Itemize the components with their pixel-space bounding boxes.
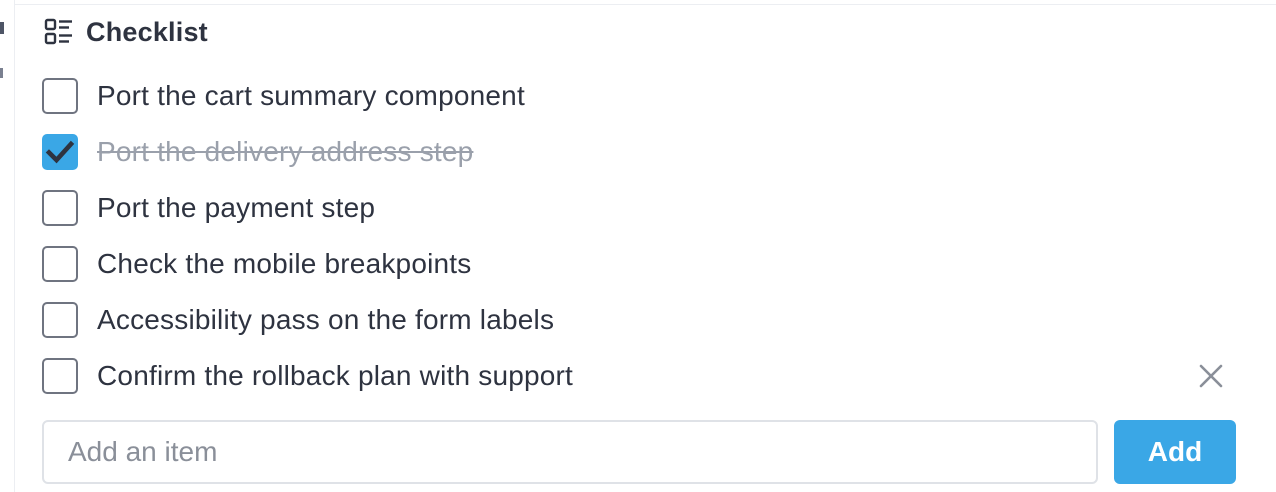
close-icon[interactable] xyxy=(1196,361,1226,391)
background-text-fragment xyxy=(0,68,3,78)
checklist-item: Port the payment step xyxy=(42,180,1242,236)
add-button[interactable]: Add xyxy=(1114,420,1236,484)
item-checkbox[interactable] xyxy=(42,302,78,338)
checklist-icon xyxy=(44,18,74,46)
background-text-fragment xyxy=(0,22,4,34)
item-label[interactable]: Accessibility pass on the form labels xyxy=(97,304,554,336)
checklist-item: Check the mobile breakpoints xyxy=(42,236,1242,292)
checklist-title: Checklist xyxy=(86,16,208,47)
item-checkbox[interactable] xyxy=(42,358,78,394)
item-label[interactable]: Check the mobile breakpoints xyxy=(97,248,471,280)
item-label[interactable]: Port the delivery address step xyxy=(97,136,473,168)
checkmark-icon xyxy=(45,140,75,164)
item-label[interactable]: Confirm the rollback plan with support xyxy=(97,360,573,392)
checklist-item: Port the delivery address step xyxy=(42,124,1242,180)
panel-top-border xyxy=(14,0,1276,5)
checklist-item: Port the cart summary component xyxy=(42,68,1242,124)
checklist-item: Accessibility pass on the form labels xyxy=(42,292,1242,348)
item-checkbox[interactable] xyxy=(42,78,78,114)
checklist-panel: Checklist Port the cart summary componen… xyxy=(0,0,1276,492)
add-item-input[interactable] xyxy=(42,420,1098,484)
checklist-items: Port the cart summary component Port the… xyxy=(42,68,1242,404)
checklist-header: Checklist xyxy=(44,14,208,50)
item-checkbox[interactable] xyxy=(42,134,78,170)
item-label[interactable]: Port the cart summary component xyxy=(97,80,525,112)
background-panel-edge xyxy=(0,0,15,492)
item-checkbox[interactable] xyxy=(42,190,78,226)
item-checkbox[interactable] xyxy=(42,246,78,282)
add-item-row: Add xyxy=(42,420,1236,484)
item-label[interactable]: Port the payment step xyxy=(97,192,375,224)
checklist-item: Confirm the rollback plan with support xyxy=(42,348,1242,404)
